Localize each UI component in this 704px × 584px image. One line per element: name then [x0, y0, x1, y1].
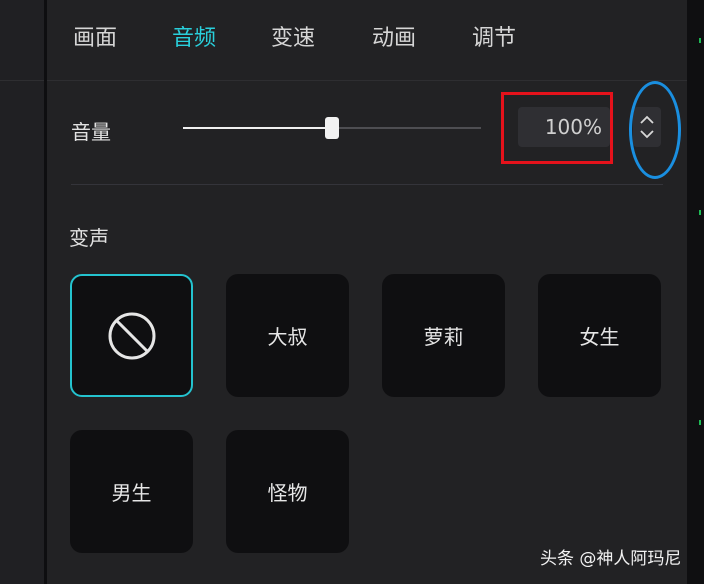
timeline-marker	[699, 210, 701, 215]
red-highlight-box	[501, 92, 613, 164]
voice-preset-dashu[interactable]: 大叔	[226, 274, 349, 397]
volume-slider[interactable]	[183, 117, 481, 139]
volume-slider-thumb[interactable]	[325, 117, 339, 139]
voice-change-label: 变声	[69, 226, 109, 250]
tab-audio[interactable]: 音频	[172, 20, 216, 52]
volume-slider-fill	[183, 127, 332, 129]
timeline-marker	[699, 38, 701, 43]
volume-label: 音量	[71, 120, 111, 144]
right-edge	[687, 0, 704, 584]
no-symbol-icon	[108, 312, 155, 359]
properties-panel: 画面 音频 变速 动画 调节 音量 100% 变声 大叔 萝莉 女生 男生 怪物	[47, 0, 687, 584]
section-divider	[71, 184, 663, 185]
voice-preset-none[interactable]	[70, 274, 193, 397]
blue-highlight-oval	[629, 81, 681, 179]
watermark-text: 头条 @神人阿玛尼	[540, 549, 682, 569]
tab-picture[interactable]: 画面	[73, 20, 117, 52]
left-panel-strip	[0, 0, 44, 584]
tab-adjust[interactable]: 调节	[472, 20, 516, 52]
left-panel-header	[0, 0, 44, 81]
voice-preset-guaiwu[interactable]: 怪物	[226, 430, 349, 553]
tab-speed[interactable]: 变速	[271, 20, 315, 52]
tab-animation[interactable]: 动画	[372, 20, 416, 52]
timeline-marker	[699, 420, 701, 425]
tab-bar: 画面 音频 变速 动画 调节	[47, 0, 687, 81]
voice-preset-nvsheng[interactable]: 女生	[538, 274, 661, 397]
voice-preset-nansheng[interactable]: 男生	[70, 430, 193, 553]
voice-preset-luoli[interactable]: 萝莉	[382, 274, 505, 397]
